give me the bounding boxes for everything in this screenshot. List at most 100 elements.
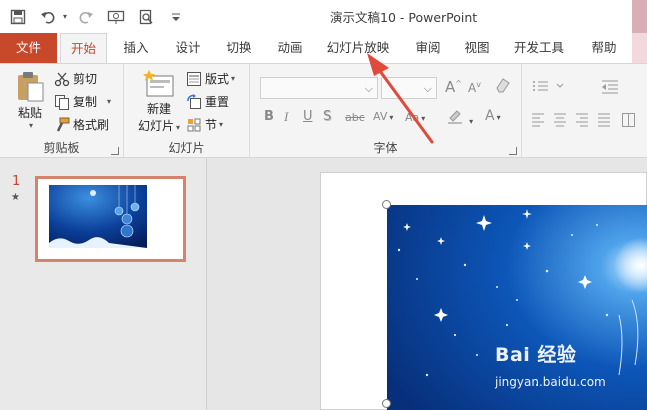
tab-view[interactable]: 视图 (459, 33, 495, 63)
ribbon: 粘贴 ▾ 剪切 复制 ▾ 格式刷 剪贴板 新建 幻灯片 ▾ 版式 ▾ 重置 节 … (0, 63, 647, 159)
highlighter-icon (448, 110, 462, 124)
list-buttons[interactable] (528, 78, 628, 94)
chevron-down-icon: ▾ (28, 121, 33, 130)
save-button[interactable] (6, 5, 30, 29)
customize-qat-button[interactable] (164, 5, 188, 29)
bullets-icon (533, 81, 548, 91)
tab-transitions[interactable]: 切换 (221, 33, 257, 63)
window-corner-accent (632, 0, 647, 33)
decrease-indent-icon (602, 80, 618, 94)
slide-thumbnail-1[interactable] (35, 176, 186, 262)
bold-button[interactable]: B (264, 109, 274, 124)
copy-button[interactable]: 复制 ▾ (54, 93, 111, 110)
layout-label: 版式 (205, 72, 230, 86)
slides-group-label: 幻灯片 (168, 141, 205, 155)
cut-label: 剪切 (73, 72, 98, 86)
font-dialog-launcher[interactable] (509, 147, 517, 155)
paste-icon (18, 72, 44, 102)
clipboard-group-label: 剪贴板 (43, 141, 80, 155)
redo-icon (79, 11, 93, 24)
scissors-icon (54, 72, 70, 86)
present-from-start-button[interactable] (104, 5, 128, 29)
cut-button[interactable]: 剪切 (54, 70, 97, 87)
layout-button[interactable]: 版式 ▾ (186, 70, 235, 87)
clipboard-group: 粘贴 ▾ 剪切 复制 ▾ 格式刷 剪贴板 (0, 64, 124, 159)
copy-label: 复制 (73, 95, 98, 109)
tab-design[interactable]: 设计 (170, 33, 206, 63)
title-bar: ▾ 演示文稿10 - PowerPoint (0, 0, 647, 33)
highlight-button[interactable]: ▾ (447, 108, 473, 128)
thumbnail-image (49, 185, 147, 248)
reset-label: 重置 (205, 95, 230, 109)
tab-developer[interactable]: 开发工具 (509, 33, 569, 63)
chevron-down-icon: ⌵ (423, 82, 432, 95)
resize-handle-top-left[interactable] (382, 200, 391, 209)
clipboard-dialog-launcher[interactable] (111, 147, 119, 155)
new-slide-icon (143, 70, 174, 97)
quick-access-toolbar: ▾ (0, 0, 188, 33)
tab-slide-show[interactable]: 幻灯片放映 (325, 33, 391, 63)
text-shadow-button[interactable]: S (323, 109, 331, 124)
chevron-down-icon: ▾ (231, 74, 236, 83)
reset-icon (187, 93, 201, 109)
section-button[interactable]: 节 ▾ (186, 116, 223, 133)
font-color-button[interactable]: A ▾ (485, 108, 501, 124)
chevron-down-icon: ▾ (389, 113, 394, 122)
reset-button[interactable]: 重置 (186, 93, 229, 110)
save-icon (10, 9, 26, 24)
chevron-down-icon: ▾ (421, 114, 426, 123)
chevron-down-icon: ▾ (469, 117, 474, 126)
undo-dropdown[interactable]: ▾ (60, 5, 68, 29)
print-preview-button[interactable] (134, 5, 158, 29)
format-painter-label: 格式刷 (73, 118, 110, 132)
tab-home[interactable]: 开始 (60, 33, 107, 64)
eraser-icon (496, 78, 510, 93)
baidu-watermark: Bai 经验 jingyan.baidu.com (495, 340, 620, 396)
tab-corner-accent (632, 33, 647, 63)
tab-review[interactable]: 审阅 (410, 33, 446, 63)
chevron-down-icon: ▾ (62, 12, 67, 21)
undo-icon (41, 11, 55, 24)
shrink-font-button[interactable]: Av (468, 80, 481, 95)
window-title: 演示文稿10 - PowerPoint (330, 10, 478, 25)
italic-button[interactable]: I (284, 109, 288, 125)
grow-font-button[interactable]: A^ (445, 78, 462, 96)
align-left-icon (532, 113, 544, 127)
paste-label: 粘贴 (17, 106, 42, 120)
underline-button[interactable]: U (303, 109, 313, 124)
font-name-combo[interactable]: ⌵ (260, 77, 378, 99)
character-spacing-button[interactable]: AV ▾ (373, 110, 393, 123)
strikethrough-button[interactable]: abc (345, 111, 365, 124)
redo-button[interactable] (74, 5, 98, 29)
resize-handle-bottom-left[interactable] (382, 399, 391, 408)
present-from-start-icon (107, 10, 125, 24)
slides-group: 新建 幻灯片 ▾ 版式 ▾ 重置 节 ▾ 幻灯片 (124, 64, 250, 159)
font-group-label: 字体 (373, 141, 398, 155)
chevron-down-icon: ▾ (107, 97, 112, 106)
chevron-down-icon: ▾ (219, 120, 224, 129)
font-size-combo[interactable]: ⌵ (381, 77, 437, 99)
layout-icon (187, 71, 201, 86)
watermark-url: jingyan.baidu.com (495, 375, 606, 389)
tab-insert[interactable]: 插入 (118, 33, 154, 63)
tab-animations[interactable]: 动画 (272, 33, 308, 63)
paste-button[interactable]: 粘贴 ▾ (12, 70, 48, 130)
align-center-icon (554, 113, 566, 127)
alignment-buttons[interactable] (528, 111, 647, 127)
customize-qat-icon (172, 13, 180, 21)
tab-help[interactable]: 帮助 (586, 33, 622, 63)
undo-button[interactable] (36, 5, 60, 29)
slide-number: 1 (12, 174, 21, 189)
animation-star-icon: ★ (11, 192, 20, 203)
new-slide-label-2: 幻灯片 ▾ (137, 119, 181, 133)
new-slide-button[interactable]: 新建 幻灯片 ▾ (134, 70, 184, 134)
ribbon-tabs: 文件 开始 插入 设计 切换 动画 幻灯片放映 审阅 视图 开发工具 帮助 (0, 33, 632, 64)
paragraph-group (522, 64, 647, 159)
tab-file[interactable]: 文件 (0, 33, 57, 63)
clear-formatting-button[interactable] (494, 76, 512, 97)
font-group: ⌵ ⌵ A^ Av B I U S abc AV ▾ Aa ▾ ▾ A ▾ 字体 (250, 64, 522, 159)
format-painter-button[interactable]: 格式刷 (54, 116, 109, 133)
chevron-down-icon (556, 83, 564, 88)
change-case-button[interactable]: Aa ▾ (405, 111, 425, 124)
section-icon (187, 118, 201, 131)
